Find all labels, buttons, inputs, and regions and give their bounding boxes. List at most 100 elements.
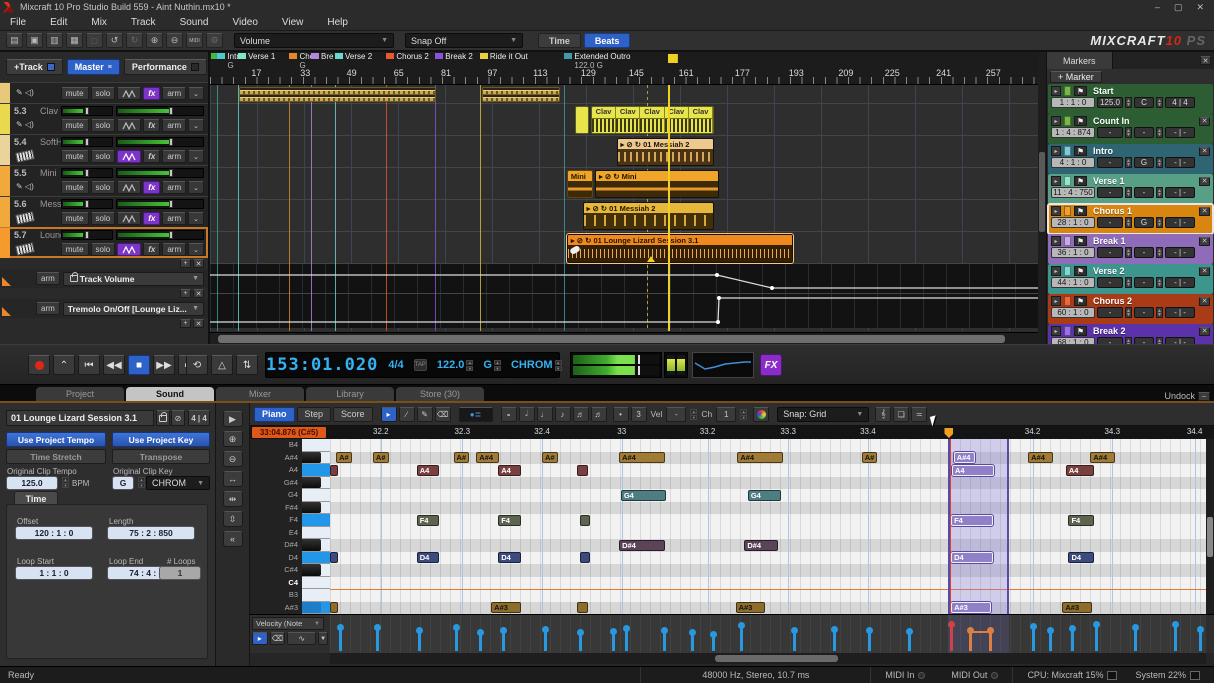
- mini-audio-clip-a[interactable]: Mini: [567, 170, 593, 198]
- tempo-spinner[interactable]: ▲▼: [1125, 217, 1132, 228]
- track-header-5.4[interactable]: 5.4SoftHornStabsmutesolofxarm⌄: [0, 134, 208, 165]
- marker-item-chorus-2[interactable]: ▸⚑Chorus 2✕60 : 1 : 0-▲▼-▲▼- | -: [1048, 294, 1213, 324]
- clav-clip-cell[interactable]: Clav: [640, 107, 664, 133]
- flag-icon[interactable]: ⚑: [1074, 146, 1087, 156]
- tempo-spinner[interactable]: ▲▼: [466, 360, 473, 371]
- quarter-note-icon[interactable]: ♩: [537, 407, 553, 422]
- marker-tempo-field[interactable]: -: [1097, 157, 1123, 168]
- fx-button[interactable]: fx: [143, 150, 160, 163]
- tempo-spinner[interactable]: ▲▼: [1125, 157, 1132, 168]
- velocity-stem[interactable]: [712, 634, 715, 651]
- midi-note-a4[interactable]: A4: [498, 465, 521, 476]
- tempo-spinner[interactable]: ▲▼: [1125, 277, 1132, 288]
- piano-keys[interactable]: B4A#4A4G#4G4F#4F4E4D#4D4C#4C4B3A#3: [250, 439, 330, 614]
- piano-key-fs4[interactable]: F#4: [250, 502, 330, 515]
- midi-note-d4[interactable]: D4: [417, 552, 440, 563]
- key-spinner[interactable]: ▲▼: [1156, 187, 1163, 198]
- marker-tempo-field[interactable]: -: [1097, 217, 1123, 228]
- marker-tempo-field[interactable]: -: [1097, 277, 1123, 288]
- master-track-button[interactable]: Master≡: [67, 59, 120, 75]
- marker-position-field[interactable]: 60 : 1 : 0: [1051, 307, 1095, 318]
- midi-note-ds4[interactable]: D#4: [744, 540, 777, 551]
- velocity-stem[interactable]: [1134, 627, 1137, 651]
- mini-audio-clip-b[interactable]: ▸ ⊘ ↻ Mini: [595, 170, 719, 198]
- midi-note-as[interactable]: A#: [454, 452, 470, 463]
- key-readout[interactable]: G: [483, 359, 492, 371]
- solo-button[interactable]: solo: [91, 87, 116, 100]
- automation-type-select[interactable]: Volume▼: [234, 33, 394, 48]
- marker-color-chip[interactable]: [1064, 236, 1071, 246]
- performance-button[interactable]: Performance: [124, 59, 207, 75]
- timeline-marker-chorus-2[interactable]: Chorus 2: [386, 52, 428, 61]
- tap-tempo-button[interactable]: TAP: [414, 359, 427, 371]
- tab-store30[interactable]: Store (30): [396, 387, 484, 401]
- marker-color-chip[interactable]: [1064, 296, 1071, 306]
- marker-key-field[interactable]: -: [1134, 307, 1154, 318]
- marker-tempo-field[interactable]: -: [1097, 187, 1123, 198]
- piano-key-g4[interactable]: G4: [250, 489, 330, 502]
- zoom-out-icon[interactable]: ⊖: [166, 33, 183, 48]
- marker-tempo-field[interactable]: -: [1097, 247, 1123, 258]
- delete-marker-icon[interactable]: ✕: [1199, 207, 1210, 216]
- add-marker-button[interactable]: + Marker: [1050, 71, 1102, 83]
- time-stretch-button[interactable]: Time Stretch: [6, 449, 106, 464]
- audio-clip-thin[interactable]: [239, 87, 436, 102]
- marker-sig-field[interactable]: - | -: [1165, 247, 1195, 258]
- marker-key-field[interactable]: -: [1134, 127, 1154, 138]
- track-menu-chevron-icon[interactable]: ⌄: [188, 87, 204, 100]
- automation-param-select[interactable]: Track Volume▼: [63, 272, 204, 286]
- draw-tool-icon[interactable]: ∕: [399, 407, 415, 422]
- mute-button[interactable]: mute: [61, 150, 89, 163]
- midi-note-d4[interactable]: D4: [498, 552, 521, 563]
- midi-note[interactable]: [330, 465, 338, 476]
- redo-icon[interactable]: ↻: [126, 33, 143, 48]
- velocity-stem[interactable]: [1199, 629, 1202, 651]
- marker-key-field[interactable]: G: [1134, 157, 1154, 168]
- midi-note-d4[interactable]: D4: [951, 552, 993, 563]
- key-cap[interactable]: [302, 514, 330, 527]
- orig-key-spinner[interactable]: ▲▼: [138, 477, 145, 488]
- marker-item-count-in[interactable]: ▸⚑Count In✕1 : 4 : 874-▲▼-▲▼- | -: [1048, 114, 1213, 144]
- timeline-marker-bre[interactable]: Bre: [311, 52, 333, 61]
- velocity-erase-tool-icon[interactable]: ⌫: [270, 632, 286, 645]
- midi-note-as[interactable]: A#: [542, 452, 558, 463]
- arrangement-area[interactable]: IntroGVerse 1ChoGBreVerse 2Chorus 2Break…: [210, 52, 1038, 344]
- velocity-stem[interactable]: [1049, 630, 1052, 651]
- velocity-stem[interactable]: [663, 630, 666, 651]
- flag-icon[interactable]: ⚑: [1074, 116, 1087, 126]
- select-tool-icon[interactable]: ▸: [381, 407, 397, 422]
- volume-slider[interactable]: [116, 137, 204, 147]
- expand-icon[interactable]: ▸: [1051, 296, 1061, 306]
- track-menu-chevron-icon[interactable]: ⌄: [188, 119, 204, 132]
- record-button[interactable]: [28, 355, 50, 375]
- clav-clips[interactable]: ClavClavClavClavClav: [591, 106, 714, 134]
- track-menu-chevron-icon[interactable]: ⌄: [188, 212, 204, 225]
- key-cap[interactable]: [302, 489, 330, 502]
- midi-note-a4[interactable]: A4: [952, 465, 994, 476]
- solo-button[interactable]: solo: [91, 119, 116, 132]
- pan-slider[interactable]: [61, 230, 113, 240]
- midi-note-as4[interactable]: A#4: [737, 452, 783, 463]
- punch-button[interactable]: ⌃: [53, 355, 75, 375]
- arm-button[interactable]: arm: [162, 243, 186, 256]
- marker-key-field[interactable]: C: [1134, 97, 1154, 108]
- midi-note[interactable]: [330, 602, 338, 613]
- mute-button[interactable]: mute: [61, 87, 89, 100]
- midi-note-ds4[interactable]: D#4: [619, 540, 665, 551]
- marker-item-verse-1[interactable]: ▸⚑Verse 1✕11 : 4 : 750-▲▼-▲▼- | -: [1048, 174, 1213, 204]
- audio-clip-thin[interactable]: [482, 87, 560, 102]
- play-forward-button[interactable]: ▶▶: [153, 355, 175, 375]
- marker-position-field[interactable]: 4 : 1 : 0: [1051, 157, 1095, 168]
- velocity-select-tool-icon[interactable]: ▸: [252, 632, 268, 645]
- tab-project[interactable]: Project: [36, 387, 124, 401]
- midi-note[interactable]: [330, 552, 338, 563]
- fx-button[interactable]: fx: [143, 181, 160, 194]
- velocity-stem[interactable]: [625, 628, 628, 651]
- solo-button[interactable]: solo: [91, 181, 116, 194]
- import-icon[interactable]: ▥: [46, 33, 63, 48]
- undock-label[interactable]: Undock: [1164, 391, 1195, 401]
- solo-button[interactable]: solo: [91, 150, 116, 163]
- delete-marker-icon[interactable]: ✕: [1199, 177, 1210, 186]
- velocity-stem[interactable]: [833, 629, 836, 651]
- tempo-spinner[interactable]: ▲▼: [1125, 97, 1132, 108]
